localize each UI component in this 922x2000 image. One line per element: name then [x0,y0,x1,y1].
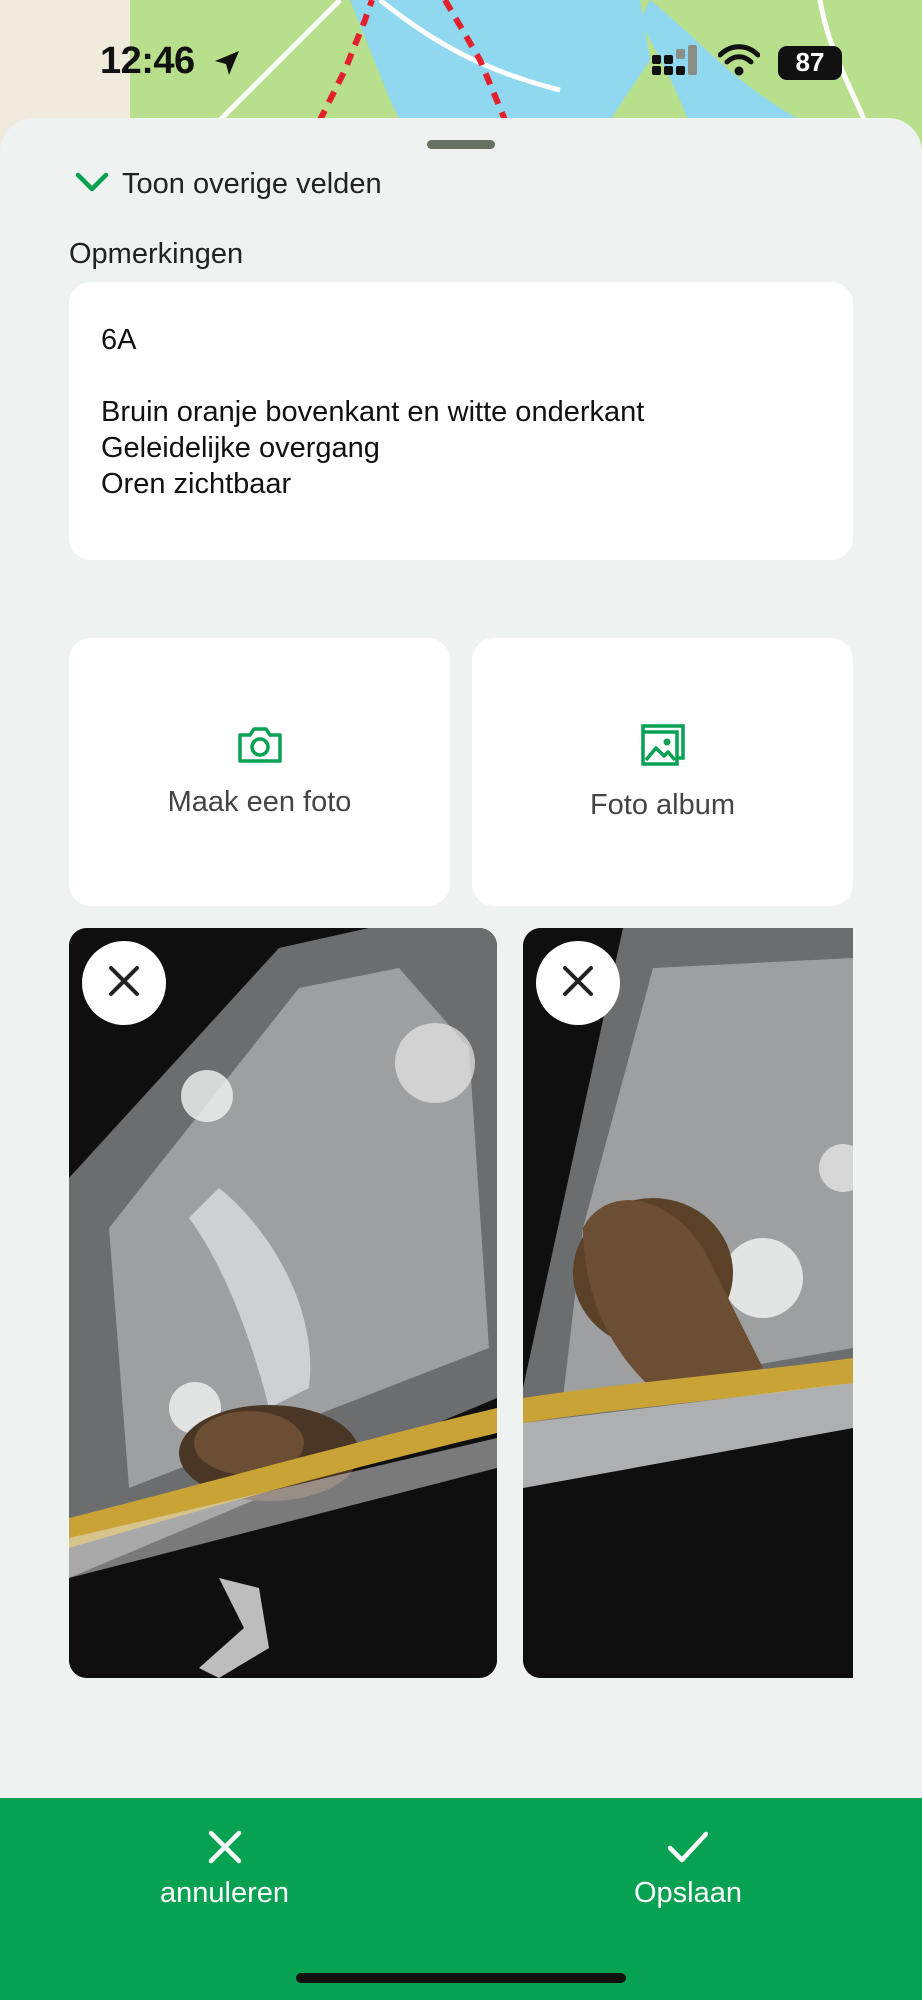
location-arrow-icon [212,48,242,83]
photo-image [523,928,853,1678]
remove-photo-button[interactable] [536,941,620,1025]
notes-label: Opmerkingen [69,238,244,270]
toggle-other-fields[interactable]: Toon overige velden [74,168,382,201]
toggle-other-fields-label: Toon overige velden [122,168,382,200]
photo-thumbnail[interactable] [69,928,497,1678]
photo-thumbnail[interactable] [523,928,853,1678]
status-bar: 12:46 87 [0,0,922,120]
checkmark-icon [666,1828,710,1871]
cellular-signal-icon [650,45,700,80]
close-icon [206,1828,244,1871]
photo-image [69,928,497,1678]
notes-line: 6A [101,324,137,356]
close-icon [561,964,595,1003]
notes-line: Geleidelijke overgang [101,432,380,464]
save-label: Opslaan [634,1877,743,1909]
status-time: 12:46 [100,40,195,82]
cancel-label: annuleren [160,1877,289,1909]
bottom-action-bar: annuleren Opslaan [0,1798,922,2000]
home-indicator [296,1973,626,1983]
cancel-button[interactable]: annuleren [160,1828,289,1910]
notes-line: Bruin oranje bovenkant en witte onderkan… [101,396,645,428]
wifi-icon [717,44,761,81]
save-button[interactable]: Opslaan [634,1828,742,1910]
camera-icon [236,725,284,770]
notes-line: Oren zichtbaar [101,468,292,500]
take-photo-label: Maak een foto [167,786,352,818]
photo-album-label: Foto album [589,789,736,821]
remove-photo-button[interactable] [82,941,166,1025]
photo-album-button[interactable]: Foto album [472,638,853,906]
notes-line [101,358,821,394]
close-icon [107,964,141,1003]
status-icons: 87 [650,44,842,81]
take-photo-button[interactable]: Maak een foto [69,638,450,906]
notes-textarea[interactable]: 6A Bruin oranje bovenkant en witte onder… [69,282,853,560]
photo-album-icon [637,722,689,773]
battery-icon: 87 [778,45,842,80]
chevron-down-icon [74,170,110,199]
sheet-grabber[interactable] [427,140,495,149]
form-sheet: Toon overige velden Opmerkingen 6A Bruin… [0,118,922,2000]
